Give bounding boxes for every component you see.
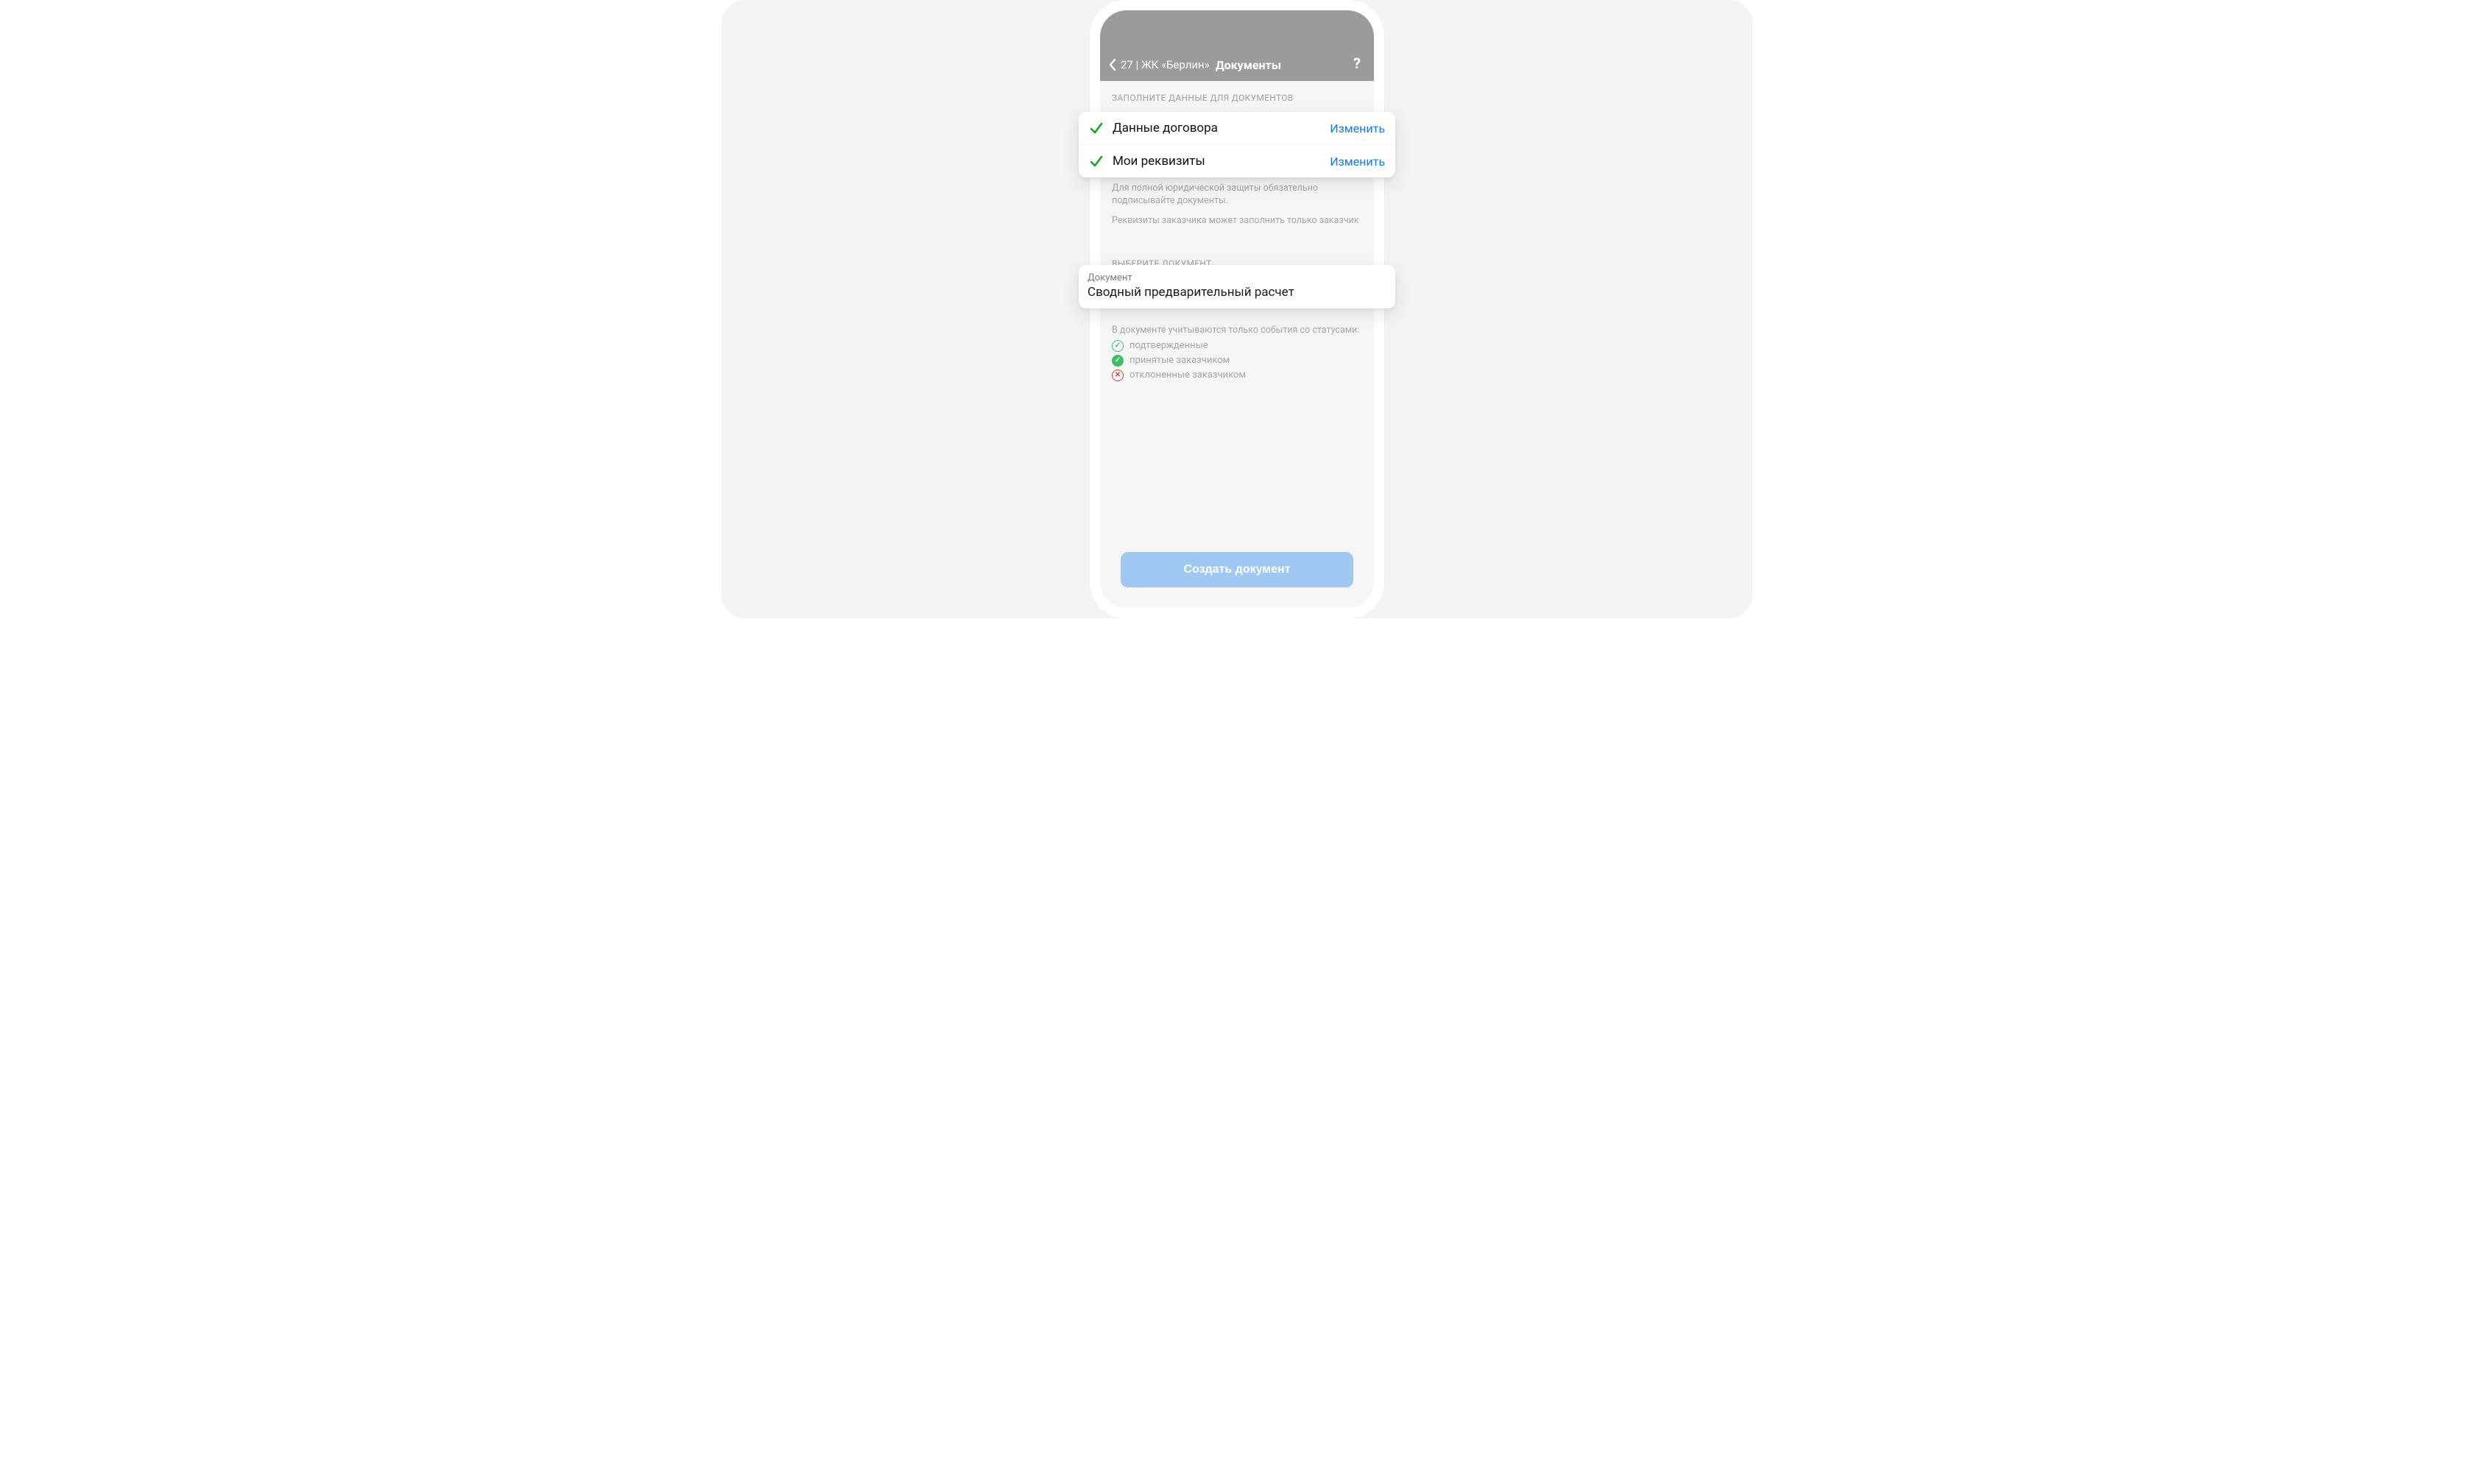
caption-requisites: Реквизиты заказчика может заполнить толь…	[1100, 208, 1374, 227]
phone-screen: 27 | ЖК «Берлин» Документы ? ЗАПОЛНИТЕ Д…	[1100, 10, 1374, 608]
row-contract-edit-link[interactable]: Изменить	[1330, 121, 1385, 135]
bottom-bar: Создать документ	[1100, 539, 1374, 608]
check-icon	[1089, 154, 1104, 169]
status-confirmed: ✓ подтвержденные	[1112, 340, 1362, 352]
document-field-value: Сводный предварительный расчет	[1088, 285, 1386, 300]
row-requisites[interactable]: Мои реквизиты Изменить	[1079, 144, 1395, 177]
row-requisites-title: Мои реквизиты	[1113, 154, 1321, 169]
check-outline-icon: ✓	[1112, 340, 1124, 352]
phone-frame: 27 | ЖК «Берлин» Документы ? ЗАПОЛНИТЕ Д…	[1090, 0, 1384, 618]
status-accepted-label: принятые заказчиком	[1129, 355, 1230, 366]
status-confirmed-label: подтвержденные	[1129, 340, 1208, 351]
checklist-card: Данные договора Изменить Мои реквизиты И…	[1079, 112, 1395, 177]
status-accepted: ✓ принятые заказчиком	[1112, 355, 1362, 367]
status-lead: В документе учитываются только события с…	[1112, 325, 1362, 336]
create-document-button[interactable]: Создать документ	[1121, 552, 1353, 587]
page-title: Документы	[1216, 58, 1350, 72]
chevron-left-icon	[1107, 57, 1118, 72]
back-button[interactable]: 27 | ЖК «Берлин»	[1107, 57, 1210, 72]
status-rejected-label: отклоненные заказчиком	[1129, 370, 1246, 381]
status-list: В документе учитываются только события с…	[1100, 317, 1374, 381]
row-contract-data[interactable]: Данные договора Изменить	[1079, 112, 1395, 144]
navbar: 27 | ЖК «Берлин» Документы ?	[1100, 10, 1374, 81]
document-select-card[interactable]: Документ Сводный предварительный расчет	[1079, 265, 1395, 308]
check-icon	[1089, 121, 1104, 135]
status-rejected: ✕ отклоненные заказчиком	[1112, 370, 1362, 381]
check-filled-icon: ✓	[1112, 355, 1124, 367]
back-label: 27 | ЖК «Берлин»	[1121, 58, 1210, 71]
cross-outline-icon: ✕	[1112, 370, 1124, 381]
row-requisites-edit-link[interactable]: Изменить	[1330, 155, 1385, 169]
caption-sign: Для полной юридической защиты обязательн…	[1100, 177, 1374, 208]
section-header-fill: ЗАПОЛНИТЕ ДАННЫЕ ДЛЯ ДОКУМЕНТОВ	[1100, 81, 1374, 109]
document-field-label: Документ	[1088, 272, 1386, 283]
row-contract-title: Данные договора	[1113, 121, 1321, 135]
help-button[interactable]: ?	[1350, 54, 1364, 72]
stage: 27 | ЖК «Берлин» Документы ? ЗАПОЛНИТЕ Д…	[722, 0, 1752, 618]
